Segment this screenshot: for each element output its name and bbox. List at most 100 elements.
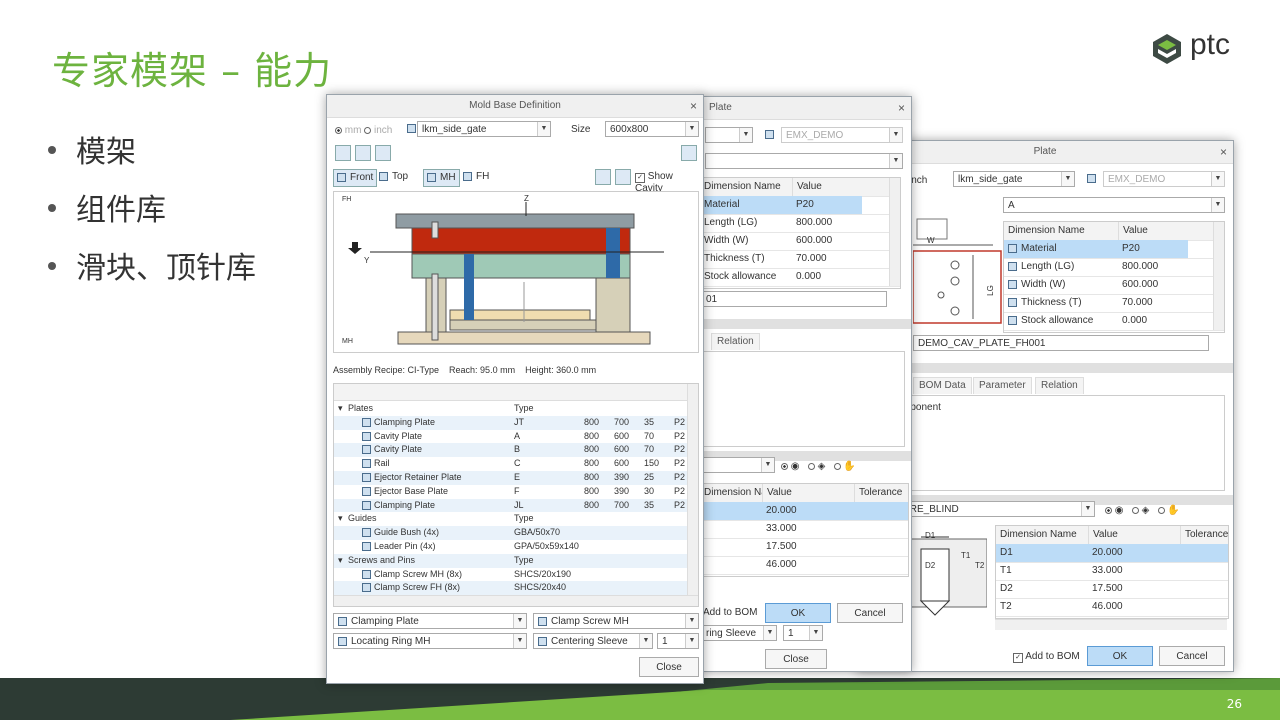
table-row[interactable]: 33.000: [701, 520, 908, 539]
table-row[interactable]: Width (W) 600.000: [1004, 276, 1224, 295]
table-row[interactable]: 20.000: [701, 502, 908, 521]
tree-item-row[interactable]: Leader Pin (4x) GPA/50x59x140: [334, 540, 688, 554]
tree-item-row[interactable]: Clamp Screw FH (8x) SHCS/20x40: [334, 581, 688, 596]
table-scrollbar[interactable]: [889, 178, 900, 286]
tree-item-row[interactable]: Guide Bush (4x) GBA/50x70: [334, 526, 688, 540]
cancel-button[interactable]: Cancel: [837, 603, 903, 623]
hole-type-select[interactable]: ▼: [701, 457, 775, 473]
table-scrollbar-h[interactable]: [995, 619, 1227, 630]
add-to-bom-checkbox[interactable]: ✓ Add to BOM: [1013, 651, 1080, 663]
tree-item-row[interactable]: Ejector Retainer Plate E 800 390 25 P2: [334, 471, 688, 485]
table-row[interactable]: T2 46.000: [996, 598, 1228, 617]
table-row[interactable]: Stock allowance 0.000: [1004, 312, 1224, 331]
tree-item-row[interactable]: Cavity Plate B 800 600 70 P2: [334, 443, 688, 458]
table-row[interactable]: D1 20.000: [996, 544, 1228, 563]
view-fh-button[interactable]: FH: [463, 169, 489, 185]
close-icon[interactable]: ×: [898, 97, 905, 119]
table-row[interactable]: Length (LG) 800.000: [1004, 258, 1224, 277]
close-button[interactable]: Close: [765, 649, 827, 669]
slide-title: 专家模架 – 能力: [52, 49, 333, 93]
edit-icon[interactable]: [375, 145, 391, 161]
tree-item-row[interactable]: Cavity Plate A 800 600 70 P2: [334, 430, 688, 444]
close-button[interactable]: Close: [639, 657, 699, 677]
save-icon[interactable]: [355, 145, 371, 161]
size-select[interactable]: 600x800 ▼: [605, 121, 699, 137]
ok-button[interactable]: OK: [1087, 646, 1153, 666]
table-row[interactable]: Material P20: [701, 196, 900, 215]
tree-item-width: 700: [614, 499, 630, 510]
plate-type-select[interactable]: A ▼: [1003, 197, 1225, 213]
expand-icon[interactable]: ▾: [338, 402, 343, 416]
new-icon[interactable]: [335, 145, 351, 161]
tree-scrollbar[interactable]: [687, 384, 698, 596]
table-row[interactable]: Stock allowance 0.000: [701, 268, 900, 287]
tree-type-header: Type: [514, 554, 534, 565]
hole-type-select[interactable]: ORE_BLIND ▼: [897, 501, 1095, 517]
close-icon[interactable]: ×: [690, 95, 697, 117]
tree-group-row[interactable]: ▾ Plates Type: [334, 402, 688, 416]
table-row[interactable]: 17.500: [701, 538, 908, 557]
plate-type-select[interactable]: ▼: [705, 153, 903, 169]
tree-item-row[interactable]: Clamping Plate JL 800 700 35 P2: [334, 498, 688, 513]
expand-icon[interactable]: ▾: [338, 512, 343, 526]
tree-item-type: GBA/50x70: [514, 527, 561, 538]
quantity-select[interactable]: 1 ▼: [657, 633, 699, 649]
tab-relation[interactable]: Relation: [711, 333, 760, 350]
catalog-select[interactable]: lkm_side_gate ▼: [953, 171, 1075, 187]
tree-item-width: 700: [614, 416, 630, 427]
plate-dialog-back: Plate × ▼ EMX_DEMO ▼ ▼ Dimension Name Valu…: [700, 96, 912, 672]
tab-bom-data[interactable]: BOM Data: [913, 377, 972, 394]
component-icon: [362, 417, 371, 427]
tab-parameter[interactable]: Parameter: [973, 377, 1032, 394]
refresh-icon[interactable]: [615, 169, 631, 185]
table-scrollbar[interactable]: [1213, 222, 1224, 330]
hole-sketch: [907, 536, 987, 616]
ok-button[interactable]: OK: [765, 603, 831, 623]
table-row[interactable]: 46.000: [701, 556, 908, 575]
expand-icon[interactable]: ▾: [338, 554, 343, 568]
dimension-table: Dimension Name Value Material P20 Length …: [701, 177, 901, 289]
tree-item-row[interactable]: Ejector Base Plate F 800 390 30 P2: [334, 485, 688, 499]
library-select[interactable]: EMX_DEMO ▼: [1103, 171, 1225, 187]
table-row[interactable]: Width (W) 600.000: [701, 232, 900, 251]
quantity-select[interactable]: 1 ▼: [783, 625, 823, 641]
table-row[interactable]: T1 33.000: [996, 562, 1228, 581]
view-front-button[interactable]: Front: [333, 169, 378, 187]
cancel-button[interactable]: Cancel: [1159, 646, 1225, 666]
view-radio-group[interactable]: ◉ ◈ ✋: [1105, 505, 1180, 516]
tree-item-row[interactable]: Clamp Screw MH (8x) SHCS/20x190: [334, 568, 688, 582]
catalog-select[interactable]: ▼: [705, 127, 753, 143]
tab-relation[interactable]: Relation: [1035, 377, 1084, 394]
catalog-icon: [407, 124, 416, 133]
tree-group-row[interactable]: ▾ Guides Type: [334, 512, 688, 526]
centering-sleeve-select[interactable]: Centering Sleeve ▼: [533, 633, 653, 649]
screw-component-select[interactable]: Clamp Screw MH ▼: [533, 613, 699, 629]
instance-name-field[interactable]: DEMO_CAV_PLATE_FH001: [913, 335, 1209, 351]
catalog-select[interactable]: lkm_side_gate ▼: [417, 121, 551, 137]
tree-item-type: B: [514, 444, 521, 455]
library-select[interactable]: EMX_DEMO ▼: [781, 127, 903, 143]
add-to-bom-checkbox[interactable]: Add to BOM: [703, 607, 757, 618]
table-icon[interactable]: [681, 145, 697, 161]
plate-component-select[interactable]: Clamping Plate ▼: [333, 613, 527, 629]
centering-sleeve-select[interactable]: ring Sleeve ▼: [701, 625, 777, 641]
tree-scrollbar-h[interactable]: [334, 595, 698, 606]
table-row[interactable]: Length (LG) 800.000: [701, 214, 900, 233]
close-icon[interactable]: ×: [1220, 141, 1227, 163]
tree-group-row[interactable]: ▾ Screws and Pins Type: [334, 553, 688, 568]
table-row[interactable]: Thickness (T) 70.000: [701, 250, 900, 269]
table-row[interactable]: Material P20: [1004, 240, 1224, 259]
table-row[interactable]: D2 17.500: [996, 580, 1228, 599]
view-top-button[interactable]: Top: [379, 169, 408, 185]
table-row[interactable]: Thickness (T) 70.000: [1004, 294, 1224, 313]
locating-ring-select[interactable]: Locating Ring MH ▼: [333, 633, 527, 649]
unit-radio-group[interactable]: mm inch: [335, 125, 392, 136]
instance-name-field[interactable]: 01: [701, 291, 887, 307]
tree-item-row[interactable]: Clamping Plate JT 800 700 35 P2: [334, 415, 688, 430]
zoom-icon[interactable]: [595, 169, 611, 185]
view-radio-group[interactable]: ◉ ◈ ✋: [781, 461, 856, 472]
tree-item-length: 800: [584, 444, 600, 455]
axis-mh-label: MH: [342, 338, 353, 345]
tree-item-row[interactable]: Rail C 800 600 150 P2: [334, 457, 688, 471]
view-mh-button[interactable]: MH: [423, 169, 460, 187]
